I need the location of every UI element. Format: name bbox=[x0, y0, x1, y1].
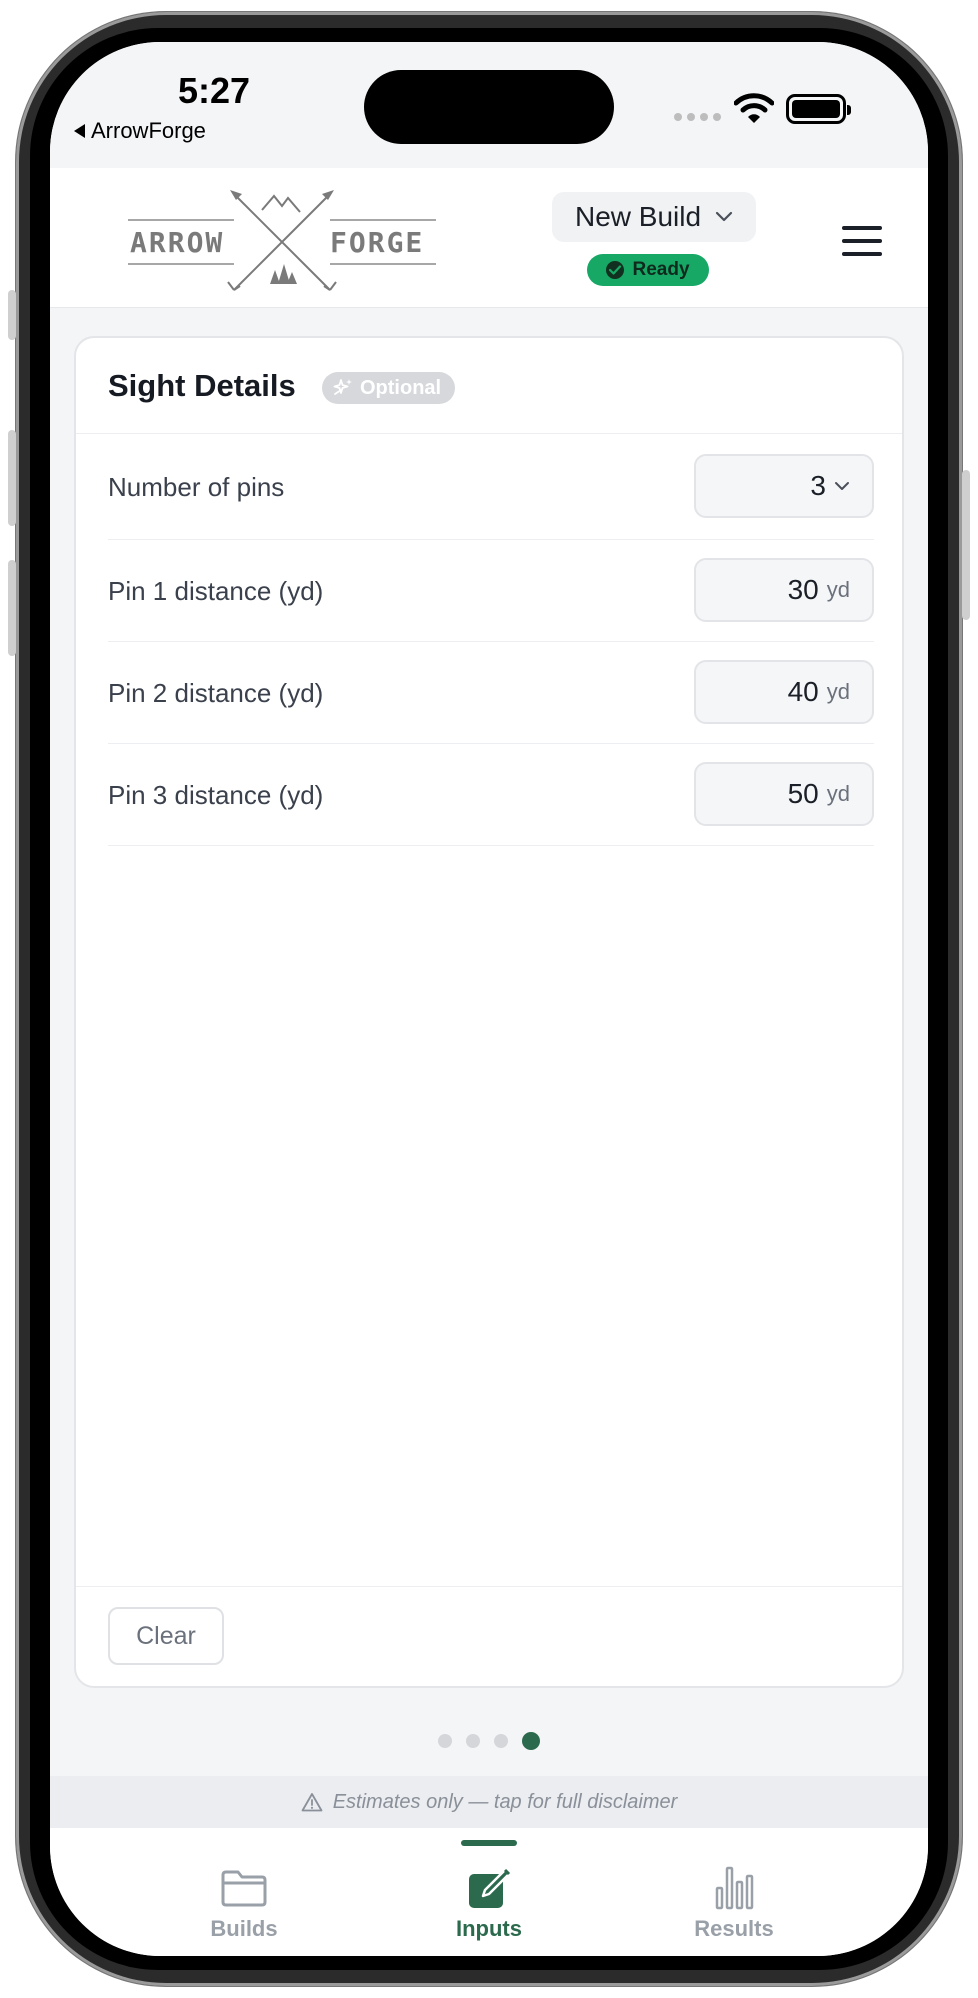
hamburger-icon[interactable] bbox=[842, 226, 882, 256]
field-row-pin-1-distance: Pin 1 distance (yd) 30 yd bbox=[108, 540, 874, 642]
field-row-pin-3-distance: Pin 3 distance (yd) 50 yd bbox=[108, 744, 874, 846]
tab-inputs[interactable]: Inputs bbox=[389, 1828, 589, 1956]
phone-action-button bbox=[8, 290, 16, 340]
field-value: 50 bbox=[787, 778, 819, 809]
pin-2-distance-input[interactable]: 40 yd bbox=[694, 660, 874, 724]
clear-button[interactable]: Clear bbox=[108, 1607, 224, 1665]
optional-badge: Optional bbox=[322, 372, 456, 404]
app-header: ARROW FORGE New Build Ready bbox=[50, 168, 928, 308]
number-of-pins-select[interactable]: 3 bbox=[694, 454, 874, 518]
card-title: Sight Details bbox=[108, 368, 296, 403]
phone-power-button bbox=[962, 470, 970, 620]
page-indicator bbox=[50, 1732, 928, 1750]
field-unit: yd bbox=[826, 781, 850, 806]
status-badge-label: Ready bbox=[632, 259, 690, 280]
field-value: 40 bbox=[787, 676, 819, 707]
status-bar: 5:27 ArrowForge bbox=[50, 42, 928, 168]
disclaimer-text: Estimates only — tap for full disclaimer bbox=[332, 1790, 678, 1813]
battery-icon bbox=[786, 94, 851, 124]
check-circle-icon bbox=[606, 261, 625, 279]
phone-volume-up-button bbox=[8, 430, 16, 526]
dynamic-island bbox=[364, 70, 614, 144]
optional-badge-label: Optional bbox=[360, 376, 442, 399]
build-selector-label: New Build bbox=[574, 201, 702, 232]
field-row-number-of-pins: Number of pins 3 bbox=[108, 434, 874, 540]
pin-1-distance-input[interactable]: 30 yd bbox=[694, 558, 874, 622]
tab-bar: Builds Inputs Results bbox=[50, 1828, 928, 1956]
page-dot[interactable] bbox=[438, 1734, 452, 1748]
edit-icon bbox=[465, 1864, 513, 1912]
sparkles-icon bbox=[333, 379, 352, 395]
back-to-app-link[interactable]: ArrowForge bbox=[74, 118, 206, 144]
page-dot[interactable] bbox=[494, 1734, 508, 1748]
card-header: Sight Details Optional bbox=[76, 338, 902, 434]
page-dot-active[interactable] bbox=[522, 1732, 540, 1750]
back-app-label: ArrowForge bbox=[91, 118, 206, 143]
field-row-pin-2-distance: Pin 2 distance (yd) 40 yd bbox=[108, 642, 874, 744]
chevron-down-icon bbox=[715, 211, 733, 222]
build-selector-dropdown[interactable]: New Build bbox=[552, 192, 756, 242]
cellular-signal-icon bbox=[674, 113, 721, 121]
phone-volume-down-button bbox=[8, 560, 16, 656]
back-triangle-icon bbox=[74, 124, 85, 138]
sight-details-card: Sight Details Optional Number of pins 3 bbox=[74, 336, 904, 1688]
field-label: Pin 3 distance (yd) bbox=[108, 780, 324, 810]
active-tab-indicator bbox=[461, 1840, 517, 1846]
tab-label: Builds bbox=[210, 1916, 278, 1941]
field-unit: yd bbox=[826, 679, 850, 704]
page-dot[interactable] bbox=[466, 1734, 480, 1748]
tab-results[interactable]: Results bbox=[634, 1828, 834, 1956]
arrowforge-logo: ARROW FORGE bbox=[128, 190, 436, 291]
bar-chart-icon bbox=[710, 1864, 758, 1912]
tab-builds[interactable]: Builds bbox=[144, 1828, 344, 1956]
pin-3-distance-input[interactable]: 50 yd bbox=[694, 762, 874, 826]
field-label: Pin 1 distance (yd) bbox=[108, 576, 324, 606]
tab-label: Inputs bbox=[456, 1916, 522, 1941]
status-time: 5:27 bbox=[178, 70, 251, 111]
field-label: Number of pins bbox=[108, 472, 285, 502]
logo-text-left: ARROW bbox=[130, 226, 224, 259]
wifi-icon bbox=[734, 93, 774, 123]
field-label: Pin 2 distance (yd) bbox=[108, 678, 324, 708]
chevron-down-icon bbox=[835, 482, 849, 490]
logo-text-right: FORGE bbox=[330, 226, 424, 259]
folder-icon bbox=[220, 1864, 268, 1912]
warning-icon bbox=[301, 1793, 323, 1812]
screen: 5:27 ArrowForge ARROW FORGE New Build Re… bbox=[50, 42, 928, 1956]
field-unit: yd bbox=[826, 577, 850, 602]
disclaimer-banner[interactable]: Estimates only — tap for full disclaimer bbox=[50, 1776, 928, 1828]
card-footer: Clear bbox=[76, 1586, 902, 1686]
status-badge: Ready bbox=[587, 254, 709, 286]
field-value: 3 bbox=[810, 470, 826, 501]
tab-label: Results bbox=[694, 1916, 774, 1941]
field-value: 30 bbox=[787, 574, 819, 605]
